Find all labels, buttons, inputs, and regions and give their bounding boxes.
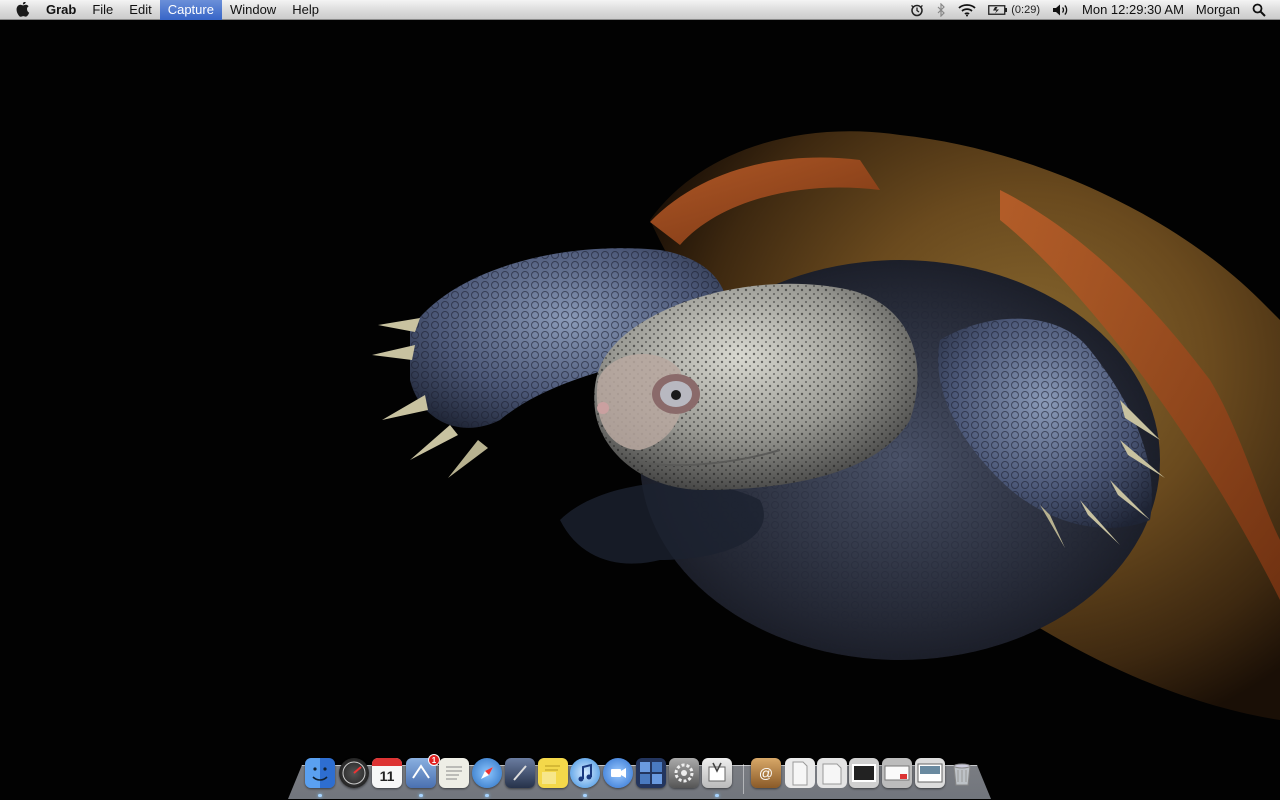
dock-textedit-icon[interactable] <box>439 758 469 788</box>
dock-pages-document-2-icon[interactable] <box>817 758 847 788</box>
dock-dashboard-icon[interactable] <box>339 758 369 788</box>
dock-trash-icon[interactable] <box>947 758 977 788</box>
desktop-wallpaper <box>0 0 1280 800</box>
safari-running-indicator <box>485 794 489 797</box>
dock-safari-icon[interactable] <box>472 758 502 788</box>
wifi-icon[interactable] <box>952 0 982 20</box>
menu-window[interactable]: Window <box>222 0 284 20</box>
calendar-day: 11 <box>379 768 395 784</box>
battery-time: (0:29) <box>1011 3 1041 16</box>
dock-system-preferences-icon[interactable] <box>669 758 699 788</box>
svg-text:@: @ <box>759 765 773 781</box>
dock-pages-document-icon[interactable] <box>785 758 815 788</box>
dock-mail-icon[interactable]: 1 <box>406 754 440 788</box>
user-menu[interactable]: Morgan <box>1190 0 1246 20</box>
finder-running-indicator <box>318 794 322 797</box>
dock-grab-icon[interactable] <box>702 758 732 788</box>
apple-menu-icon[interactable] <box>14 0 32 20</box>
dock-spaces-icon[interactable] <box>636 758 666 788</box>
dock-itunes-icon[interactable] <box>570 758 600 788</box>
menu-edit[interactable]: Edit <box>121 0 159 20</box>
menu-help[interactable]: Help <box>284 0 327 20</box>
dock-address-book-icon[interactable]: @ <box>751 758 781 788</box>
volume-icon[interactable] <box>1046 0 1076 20</box>
menu-clock[interactable]: Mon 12:29:30 AM <box>1076 0 1190 20</box>
grab-running-indicator <box>715 794 719 797</box>
mail-running-indicator <box>419 794 423 797</box>
dock-finder-icon[interactable] <box>305 758 335 788</box>
battery-status[interactable]: (0:29) <box>982 0 1046 20</box>
turtle-wallpaper-image <box>372 131 1280 720</box>
dock-ichat-icon[interactable] <box>603 758 633 788</box>
itunes-running-indicator <box>583 794 587 797</box>
dock-script-editor-icon[interactable] <box>505 758 535 788</box>
battery-icon <box>988 4 1008 15</box>
dock-ical-icon[interactable]: 11 <box>372 758 402 788</box>
dock-preview-stack-icon[interactable] <box>849 758 879 788</box>
menu-bar: Grab File Edit Capture Window Help (0:29… <box>0 0 1280 20</box>
dock-downloads-stack-icon[interactable] <box>915 758 945 788</box>
dock-screenshot-stack-icon[interactable] <box>882 758 912 788</box>
dock-stickies-icon[interactable] <box>538 758 568 788</box>
time-machine-icon[interactable] <box>904 0 930 20</box>
bluetooth-icon[interactable] <box>930 0 952 20</box>
app-menu-grab[interactable]: Grab <box>38 0 84 20</box>
menu-capture[interactable]: Capture <box>159 0 222 20</box>
menu-file[interactable]: File <box>84 0 121 20</box>
dock-separator <box>743 764 744 794</box>
spotlight-icon[interactable] <box>1246 0 1272 20</box>
